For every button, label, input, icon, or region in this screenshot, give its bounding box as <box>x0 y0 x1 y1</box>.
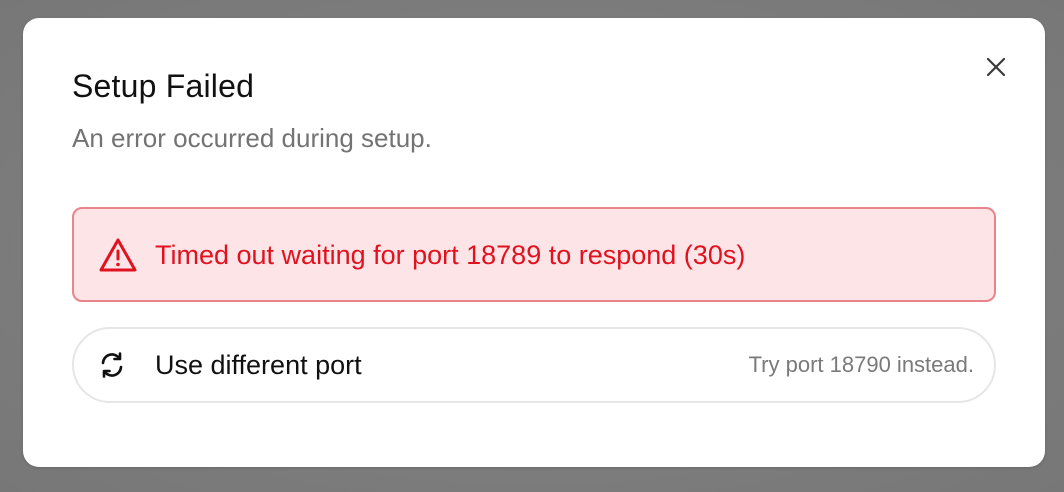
warning-triangle-icon <box>98 237 138 273</box>
action-hint: Try port 18790 instead. <box>748 352 974 377</box>
action-label: Use different port <box>155 350 362 380</box>
dialog-title: Setup Failed <box>72 68 255 104</box>
error-alert: Timed out waiting for port 18789 to resp… <box>72 207 996 302</box>
use-different-port-button[interactable]: Use different port Try port 18790 instea… <box>72 327 996 403</box>
error-message: Timed out waiting for port 18789 to resp… <box>155 239 746 270</box>
close-icon <box>986 57 1006 77</box>
setup-failed-dialog: Setup Failed An error occurred during se… <box>23 18 1045 467</box>
refresh-icon <box>98 351 126 379</box>
close-button[interactable] <box>983 54 1009 80</box>
dialog-subtitle: An error occurred during setup. <box>72 123 432 153</box>
